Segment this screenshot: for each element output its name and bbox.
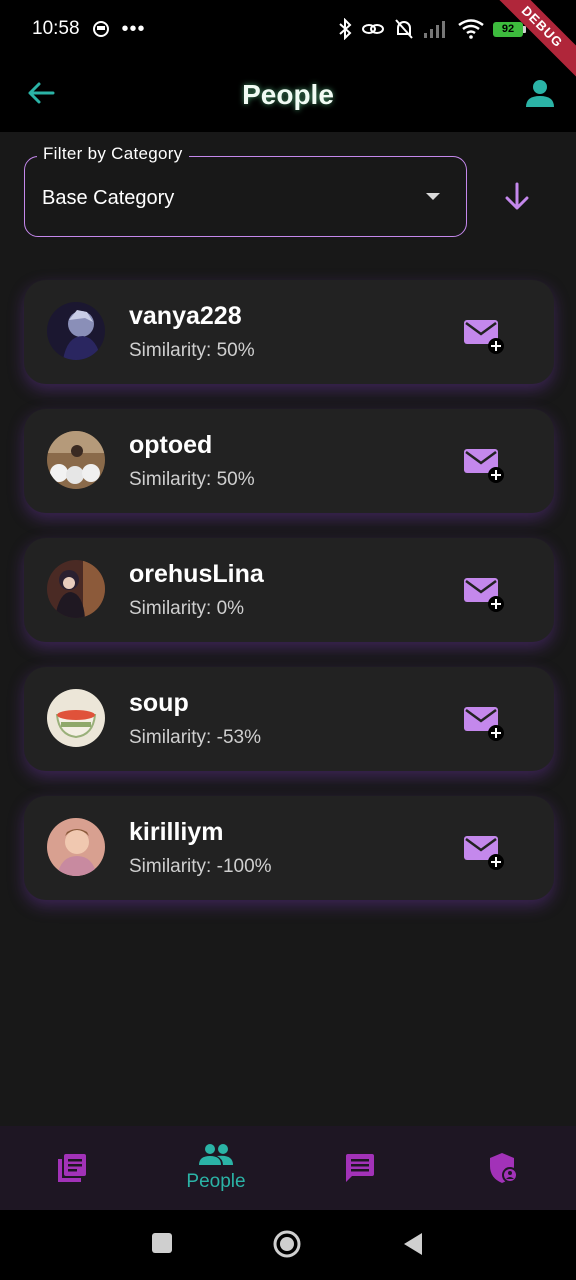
person-name: soup	[129, 689, 189, 717]
add-message-icon[interactable]	[464, 445, 506, 483]
nav-item-chat[interactable]	[288, 1126, 432, 1210]
recents-square-icon[interactable]	[151, 1232, 173, 1254]
person-card[interactable]: kirilliym Similarity: -100%	[24, 796, 554, 900]
person-similarity: Similarity: -100%	[129, 856, 272, 877]
people-icon	[199, 1144, 233, 1165]
chat-icon	[346, 1154, 374, 1182]
home-circle-icon[interactable]	[272, 1229, 302, 1259]
add-message-icon[interactable]	[464, 832, 506, 870]
nav-label-people: People	[186, 1171, 246, 1192]
avatar	[47, 302, 105, 360]
category-filter-dropdown[interactable]: Filter by Category Base Category	[24, 144, 467, 237]
wifi-icon	[458, 19, 484, 39]
signal-icon	[424, 21, 445, 38]
nav-item-library[interactable]	[0, 1126, 144, 1210]
person-name: optoed	[129, 431, 213, 459]
profile-icon[interactable]	[524, 77, 556, 109]
filter-label: Filter by Category	[37, 144, 189, 164]
person-card[interactable]: vanya228 Similarity: 50%	[24, 280, 554, 384]
app-notification-icon	[92, 21, 109, 37]
people-list: vanya228 Similarity: 50% optoed Similari…	[24, 280, 554, 925]
person-similarity: Similarity: 50%	[129, 340, 255, 361]
screen: 10:58 ••• 92 DEBUG People Filter by Cate…	[0, 0, 576, 1280]
avatar	[47, 818, 105, 876]
avatar	[47, 431, 105, 489]
link-icon	[362, 24, 384, 34]
back-triangle-icon[interactable]	[402, 1232, 424, 1256]
person-card[interactable]: soup Similarity: -53%	[24, 667, 554, 771]
person-name: orehusLina	[129, 560, 264, 588]
add-message-icon[interactable]	[464, 316, 506, 354]
sort-arrow-down-icon[interactable]	[502, 180, 532, 214]
person-similarity: Similarity: -53%	[129, 727, 261, 748]
battery-level: 92	[493, 21, 523, 37]
person-card[interactable]: optoed Similarity: 50%	[24, 409, 554, 513]
app-bar: People	[0, 58, 576, 132]
filter-selected-value: Base Category	[42, 187, 175, 209]
person-similarity: Similarity: 50%	[129, 469, 255, 490]
bell-off-icon	[395, 19, 413, 39]
add-message-icon[interactable]	[464, 574, 506, 612]
back-arrow-icon[interactable]	[26, 78, 56, 108]
admin-shield-icon	[490, 1153, 518, 1183]
system-navigation-bar	[0, 1210, 576, 1280]
nav-item-people[interactable]: People	[144, 1126, 288, 1210]
dropdown-arrow-icon	[426, 193, 440, 200]
more-notifications-icon: •••	[121, 17, 146, 40]
person-similarity: Similarity: 0%	[129, 598, 245, 619]
battery-indicator: 92	[493, 21, 526, 37]
add-message-icon[interactable]	[464, 703, 506, 741]
person-card[interactable]: orehusLina Similarity: 0%	[24, 538, 554, 642]
person-name: kirilliym	[129, 818, 224, 846]
person-name: vanya228	[129, 302, 242, 330]
page-title: People	[242, 79, 334, 110]
nav-item-admin[interactable]	[432, 1126, 576, 1210]
bluetooth-icon	[339, 18, 352, 40]
library-icon	[58, 1154, 86, 1182]
status-time: 10:58	[32, 18, 80, 39]
avatar	[47, 689, 105, 747]
bottom-navigation: People	[0, 1126, 576, 1210]
avatar	[47, 560, 105, 618]
status-bar: 10:58 ••• 92	[0, 0, 576, 58]
